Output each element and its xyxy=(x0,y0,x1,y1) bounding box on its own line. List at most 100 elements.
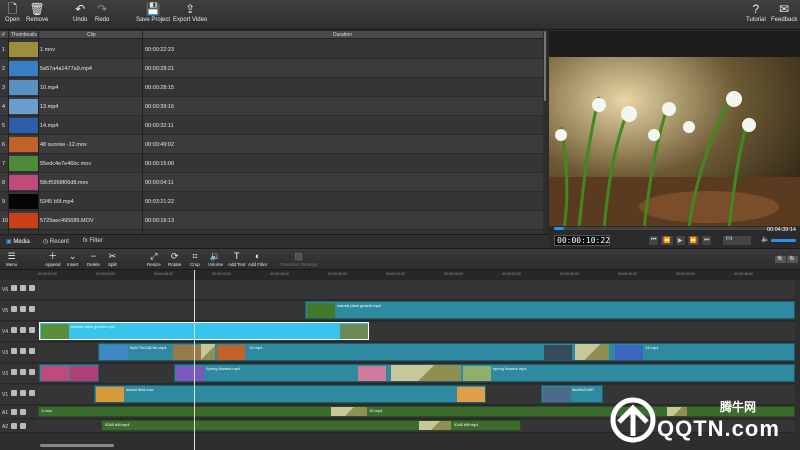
lock-icon xyxy=(20,423,26,429)
add-filter-button[interactable]: ◐ Add Filter xyxy=(248,251,267,267)
clip-row[interactable]: 1 1.mov 00:00:22:23 xyxy=(0,40,543,59)
clip-row[interactable]: 5 14.mp4 00:00:32:11 xyxy=(0,116,543,135)
timeline-clip-selected[interactable]: natural plant growth.mp4 xyxy=(39,322,369,340)
timeline-scrollbar[interactable] xyxy=(40,444,114,447)
clip-row[interactable]: 6 48 sunrise -12.mov 00:00:49:02 xyxy=(0,135,543,154)
track-v4[interactable]: natural plant growth.mp4 xyxy=(38,322,795,342)
tab-filter[interactable]: fx Filter xyxy=(83,238,103,244)
tab-recent[interactable]: ◷ Recent xyxy=(43,238,69,245)
plus-icon: ＋ xyxy=(48,251,58,261)
zoom-out-icon[interactable]: 🔍 xyxy=(775,256,787,263)
timeline-clip[interactable]: 5a577fc1487ab.mp4 10.mp4 14.mp4 xyxy=(98,343,795,361)
redo-icon: ↷ xyxy=(97,2,108,16)
timeline-clip[interactable]: wheat field.mov xyxy=(94,385,486,403)
eye-icon xyxy=(11,348,17,354)
feedback-icon: ✉ xyxy=(779,2,790,16)
edit-toolbar: ☰ Menu ＋ Append ⌄ Insert − Delete ✂ Split ⤢ Re… xyxy=(0,248,800,270)
text-icon: T xyxy=(233,251,240,261)
timeline-clip[interactable]: Spring flowers.mp4 spring flowers.mp4 xyxy=(174,364,795,382)
volume-button[interactable]: 🔉 Volume xyxy=(208,251,223,267)
clip-table-scrollbar[interactable] xyxy=(543,31,547,234)
clip-thumbnail xyxy=(9,175,39,190)
crop-icon: ⌗ xyxy=(192,251,198,261)
track-header-v1: V1 xyxy=(0,385,38,405)
timeline-clip[interactable]: 5a44b20d57 xyxy=(541,385,603,403)
clip-thumbnail xyxy=(9,61,39,76)
menu-button[interactable]: ☰ Menu xyxy=(6,251,17,267)
zoom-select[interactable]: Fit xyxy=(723,236,751,245)
tab-media[interactable]: ▣ Media xyxy=(6,238,30,245)
timeline-clip[interactable]: natural plant growth.mp4 xyxy=(305,301,795,319)
open-file-icon: 🗋 xyxy=(7,2,18,16)
mute-icon xyxy=(29,327,35,333)
lock-icon xyxy=(20,285,26,291)
mute-icon xyxy=(29,348,35,354)
zoom-in-icon[interactable]: 🔍 xyxy=(787,256,799,263)
ruler-tick-label: 00:00:40:00 xyxy=(618,272,637,276)
volume-slider[interactable] xyxy=(771,239,796,242)
ruler-tick-label: 00:00:24:00 xyxy=(386,272,405,276)
ruler-tick-label: 00:00:36:00 xyxy=(560,272,579,276)
clip-row[interactable]: 7 55edc4e7e46bc.mov 00:00:15:00 xyxy=(0,154,543,173)
track-v5[interactable]: natural plant growth.mp4 xyxy=(38,301,795,321)
clip-row[interactable]: 9 5345 b5f.mp4 00:03:21:22 xyxy=(0,192,543,211)
open-button[interactable]: 🗋 Open xyxy=(5,2,20,23)
speaker-icon xyxy=(11,409,17,415)
ruler-tick-label: 00:00:12:00 xyxy=(212,272,231,276)
split-icon: ✂ xyxy=(108,251,117,261)
mute-icon xyxy=(29,306,35,312)
clip-thumbnail xyxy=(9,137,39,152)
help-icon: ? xyxy=(752,2,760,16)
eye-icon xyxy=(11,369,17,375)
playhead[interactable] xyxy=(194,270,195,450)
clip-row[interactable]: 3 10.mp4 00:00:28:15 xyxy=(0,78,543,97)
delete-button[interactable]: − Delete xyxy=(87,251,100,267)
ruler-tick-label: 00:00:44:00 xyxy=(676,272,695,276)
track-header-a1: A1 xyxy=(0,406,38,419)
track-v3[interactable]: 5a577fc1487ab.mp4 10.mp4 14.mp4 xyxy=(38,343,795,363)
step-forward-icon[interactable]: ⏩ xyxy=(687,236,699,245)
jump-end-icon[interactable]: ⏭ xyxy=(702,236,712,245)
clip-thumbnail xyxy=(9,118,39,133)
timecode-display[interactable]: 00:00:10:22 xyxy=(554,235,610,246)
clip-row[interactable]: 8 58cf5998f06d8.mov 00:00:04:11 xyxy=(0,173,543,192)
clip-thumbnail xyxy=(9,80,39,95)
clip-row[interactable]: 2 5a57a4a1477a9.mp4 00:00:28:21 xyxy=(0,59,543,78)
playback-progress[interactable] xyxy=(554,227,794,230)
clip-row[interactable]: 4 13.mp4 00:00:39:16 xyxy=(0,97,543,116)
insert-button[interactable]: ⌄ Insert xyxy=(67,251,78,267)
jump-start-icon[interactable]: ⏮ xyxy=(649,236,659,245)
save-icon: 💾 xyxy=(145,2,161,16)
clip-table-header: # Thumbnails Clip Duration xyxy=(0,31,547,39)
minus-icon: − xyxy=(90,251,97,261)
track-v2[interactable]: Spring flowers.mp4 spring flowers.mp4 xyxy=(38,364,795,384)
undo-button[interactable]: ↶ Undo xyxy=(73,2,87,23)
tutorial-button[interactable]: ? Tutorial xyxy=(746,2,766,23)
audio-clip[interactable]: 5345 b5f.mp4 5345 b5f.mp4 xyxy=(101,420,521,431)
add-text-button[interactable]: T Add Text xyxy=(228,251,245,267)
lock-icon xyxy=(20,369,26,375)
split-button[interactable]: ✂ Split xyxy=(108,251,117,267)
remove-button[interactable]: 🗑 Remove xyxy=(26,2,48,23)
eye-icon xyxy=(11,327,17,333)
timeline-ruler[interactable]: 00:00:00:00 00:00:04:00 00:00:08:00 00:00:1… xyxy=(38,270,800,280)
redo-button[interactable]: ↷ Redo xyxy=(95,2,109,23)
main-toolbar: 🗋 Open 🗑 Remove ↶ Undo ↷ Redo 💾 Save Project … xyxy=(0,0,800,30)
clip-thumbnail xyxy=(9,213,39,228)
feedback-button[interactable]: ✉ Feedback xyxy=(771,2,797,23)
timeline-clip[interactable] xyxy=(39,364,99,382)
play-icon[interactable]: ▶ xyxy=(675,236,685,245)
ruler-tick-label: 00:00:16:00 xyxy=(270,272,289,276)
step-back-icon[interactable]: ⏪ xyxy=(661,236,673,245)
transition-settings-button[interactable]: ▨ Transition Settings xyxy=(280,251,317,267)
export-video-button[interactable]: ⇪ Export Video xyxy=(173,2,207,23)
save-project-button[interactable]: 💾 Save Project xyxy=(136,2,170,23)
clip-row[interactable]: 10 5729aec495689.MOV 00:00:16:13 xyxy=(0,211,543,230)
rotate-button[interactable]: ⟳ Rotate xyxy=(168,251,181,267)
track-v6[interactable] xyxy=(38,280,795,300)
resize-button[interactable]: ⤢ Resize xyxy=(147,251,161,267)
track-header-v5: V5 xyxy=(0,301,38,321)
append-button[interactable]: ＋ Append xyxy=(45,251,61,267)
ruler-tick-label: 00:00:28:00 xyxy=(444,272,463,276)
crop-button[interactable]: ⌗ Crop xyxy=(190,251,200,267)
